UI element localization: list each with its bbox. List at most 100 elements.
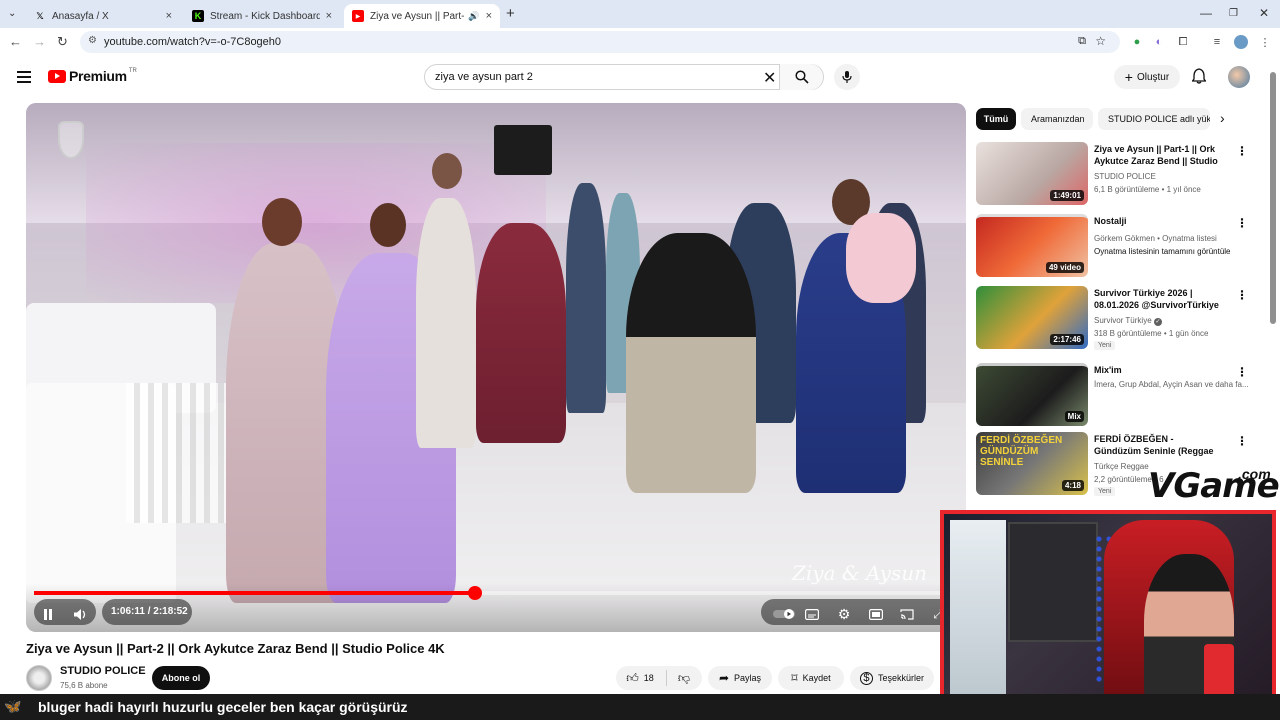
page-scrollbar[interactable] [1270,72,1276,324]
browser-tab-bar: ⌄ 𝕏 Anasayfa / X × K Stream - Kick Dashb… [0,0,1280,28]
chip-from-search[interactable]: Aramanızdan [1021,108,1093,130]
video-player[interactable]: Ziya & Aysun 1:06:11 / 2:18:52 ⚙ ⤢ [26,103,966,632]
extension-green-icon[interactable]: ● [1130,35,1144,49]
clear-search-icon[interactable]: ✕ [763,68,776,88]
thanks-button[interactable]: $ Teşekkürler [850,666,934,690]
site-info-icon[interactable]: ⚙ [88,35,97,46]
speaker-box [494,125,552,175]
duration-badge: 4:18 [1061,480,1084,491]
profile-icon[interactable] [1234,35,1248,49]
logo-text: Premium [69,68,127,84]
extension-purple-icon[interactable]: ◐ [1152,35,1166,49]
voice-search-button[interactable] [834,64,860,90]
region-code: TR [128,68,137,74]
autoplay-toggle-icon[interactable] [772,606,798,622]
rec-channel: Survivor Türkiye ✓ [1094,316,1162,326]
rec-meta: 318 B görüntüleme • 1 gün önce [1094,329,1209,338]
recommendation-item[interactable]: Mix Mix'im İmera, Grup Abdal, Ayçin Asan… [976,363,1249,429]
volume-icon[interactable] [72,606,88,622]
back-icon[interactable]: ← [9,34,22,49]
tab-youtube[interactable]: ▶ Ziya ve Aysun || Part-2 || Ork 🔊 × [344,4,500,28]
mix-thumbnail[interactable]: Mix [976,363,1088,426]
more-options-icon[interactable]: ⋮ [1236,144,1248,158]
restore-icon[interactable]: ❐ [1229,8,1238,19]
channel-label: Survivor Türkiye [1094,316,1152,325]
settings-gear-icon[interactable]: ⚙ [836,606,852,622]
video-thumbnail[interactable]: FERDİ ÖZBEĞEN GÜNDÜZÜM SENİNLE 4:18 [976,432,1088,495]
browser-menu-icon[interactable]: ⋮ [1258,35,1272,49]
tab-search-icon[interactable]: ⌄ [8,8,16,19]
speaker-icon[interactable]: 🔊 [468,11,479,22]
cast-icon[interactable] [899,606,915,622]
subtitles-icon[interactable] [804,606,820,622]
rec-meta: 6,1 B görüntüleme • 1 yıl önce [1094,185,1201,194]
more-options-icon[interactable]: ⋮ [1236,434,1248,448]
pause-icon[interactable] [40,606,56,622]
subscriber-count: 75,6 B abone [60,681,108,690]
tab-close-icon[interactable]: × [326,10,332,22]
playlist-thumbnail[interactable]: 49 video [976,214,1088,277]
miniplayer-icon[interactable] [868,606,884,622]
share-button[interactable]: ➦ Paylaş [708,666,772,690]
more-options-icon[interactable]: ⋮ [1236,365,1248,379]
rec-title: Mix'im [1094,365,1122,375]
account-avatar[interactable] [1228,66,1250,88]
menu-icon[interactable] [17,68,31,86]
media-control-icon[interactable]: ≡ [1210,35,1224,49]
channel-avatar[interactable] [26,665,52,691]
tab-kick[interactable]: K Stream - Kick Dashboard × [184,4,340,28]
rec-meta[interactable]: Oynatma listesinin tamamını görüntüle [1094,247,1231,256]
new-tab-button[interactable]: + [506,5,515,22]
omnibox[interactable]: ⚙ youtube.com/watch?v=-o-7C8ogeh0 ⧉ ☆ [80,31,1120,53]
thanks-dollar-icon: $ [859,671,873,685]
dancer-maroon [476,223,566,443]
close-window-icon[interactable]: ✕ [1259,6,1269,20]
playlist-count-badge: 49 video [1045,262,1084,273]
bookmark-star-icon[interactable]: ☆ [1095,34,1106,48]
chip-all[interactable]: Tümü [976,108,1016,130]
channel-name[interactable]: STUDIO POLICE [60,665,146,677]
recommendation-item[interactable]: 1:49:01 Ziya ve Aysun || Part-1 || Ork A… [976,142,1248,208]
save-button[interactable]: ⌑ Kaydet [778,666,844,690]
extensions-puzzle-icon[interactable]: ⧠ [1176,35,1190,49]
progress-bar[interactable] [34,586,958,600]
dislike-button[interactable]: 👎︎ [670,666,698,690]
baby [846,213,916,303]
reload-icon[interactable]: ↻ [57,34,68,50]
chip-channel-uploads[interactable]: STUDIO POLICE adlı yük [1098,108,1210,130]
like-count: 18 [643,673,654,683]
recommendation-item[interactable]: 2:17:46 Survivor Türkiye 2026 | 08.01.20… [976,286,1248,352]
video-overlay-text: Ziya & Aysun [792,561,927,585]
youtube-logo[interactable]: Premium TR [48,68,137,84]
new-badge: Yeni [1094,487,1116,496]
more-options-icon[interactable]: ⋮ [1236,288,1248,302]
video-thumbnail[interactable]: 2:17:46 [976,286,1088,349]
search-input[interactable] [435,71,755,83]
subscribe-button[interactable]: Abone ol [152,666,210,690]
recommendation-item[interactable]: 49 video Nostalji Görkem Gökmen • Oynatm… [976,214,1248,280]
more-options-icon[interactable]: ⋮ [1236,216,1248,230]
video-thumbnail[interactable]: 1:49:01 [976,142,1088,205]
chevron-right-icon[interactable]: › [1220,110,1225,126]
webcam-overlay [940,510,1276,714]
search-button[interactable] [779,64,823,90]
tab-title: Stream - Kick Dashboard [210,10,320,22]
rec-title: Ziya ve Aysun || Part-1 || Ork Aykutce Z… [1094,144,1218,166]
forward-icon[interactable]: → [33,34,46,49]
share-label: Paylaş [734,673,762,683]
vgame-logo-suffix: .com [1238,466,1271,482]
plus-icon: + [1124,69,1133,85]
tab-close-icon[interactable]: × [166,10,172,22]
notifications-bell-icon[interactable] [1191,68,1207,89]
cast-icon[interactable]: ⧉ [1078,35,1086,48]
tab-close-icon[interactable]: × [486,10,492,22]
dancer-head [432,153,462,189]
like-button[interactable]: 👍︎ 18 [616,666,664,690]
new-badge: Yeni [1094,341,1116,350]
search-box[interactable]: ✕ [424,64,824,90]
progress-scrubber[interactable] [467,586,482,600]
url-text: youtube.com/watch?v=-o-7C8ogeh0 [104,36,282,48]
create-button[interactable]: + Oluştur [1114,65,1180,89]
tab-x[interactable]: 𝕏 Anasayfa / X × [26,4,180,28]
minimize-icon[interactable]: — [1200,6,1212,20]
